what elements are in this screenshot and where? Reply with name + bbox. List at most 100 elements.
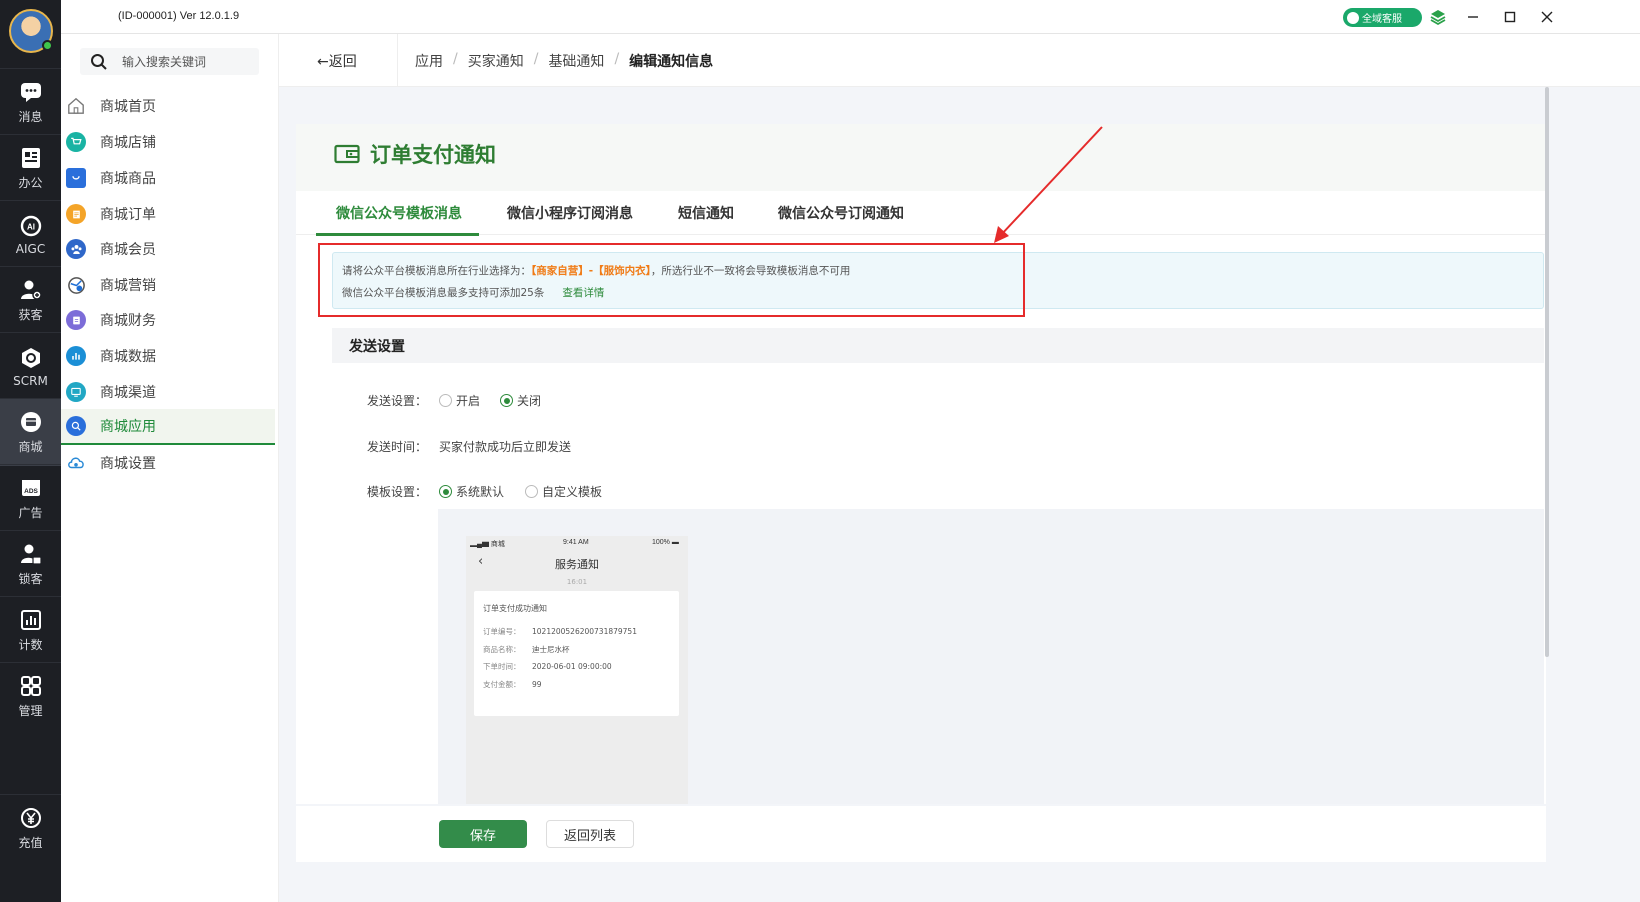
version-label: (ID-000001) Ver 12.0.1.9 xyxy=(118,10,240,22)
message-row: 订单编号： 10212005262007318797​51 xyxy=(483,626,637,637)
phone-preview: ▂▄▆ 商城 9:41 AM 100% ▬ ‹ 服务通知 16:01 订单支付成… xyxy=(466,536,688,804)
tab-sms[interactable]: 短信通知 xyxy=(678,203,734,223)
rail-item-shop[interactable]: 商城 xyxy=(0,398,61,466)
tab-wechat-subscribe[interactable]: 微信公众号订阅通知 xyxy=(778,203,904,223)
sidebar-search[interactable] xyxy=(80,48,259,75)
rail-item-stats[interactable]: 计数 xyxy=(0,596,61,664)
status-battery-text: 100% xyxy=(652,539,670,546)
rail-item-aigc[interactable]: AI AIGC xyxy=(0,200,61,268)
breadcrumb-item[interactable]: 买家通知 xyxy=(468,51,524,71)
breadcrumb: 应用 / 买家通知 / 基础通知 / 编辑通知信息 xyxy=(415,51,713,71)
message-row: 下单时间： 2020-06-01 09:00:00 xyxy=(483,661,612,672)
notification-tabs: 微信公众号模板消息 微信小程序订阅消息 短信通知 微信公众号订阅通知 xyxy=(296,191,1546,236)
sidebar-item-apps[interactable]: 商城应用 xyxy=(61,409,275,445)
sidebar-item-label: 商城应用 xyxy=(100,419,156,435)
back-to-list-button[interactable]: 返回列表 xyxy=(546,820,634,848)
svg-text:ADS: ADS xyxy=(24,488,38,495)
sidebar-item-store[interactable]: 商城店铺 xyxy=(61,124,275,160)
customer-service-button[interactable]: 全域客服 xyxy=(1343,8,1422,27)
vertical-scrollbar[interactable] xyxy=(1545,87,1549,657)
tab-miniprogram-subscribe[interactable]: 微信小程序订阅消息 xyxy=(507,203,633,223)
search-icon xyxy=(91,53,107,70)
back-link[interactable]: ←返回 xyxy=(317,51,357,71)
message-title: 订单支付成功通知 xyxy=(483,604,547,613)
section-title: 发送设置 xyxy=(349,339,405,355)
minimize-icon[interactable] xyxy=(1464,8,1482,26)
sidebar-item-label: 商城店铺 xyxy=(100,135,156,151)
rail-item-manage[interactable]: 管理 xyxy=(0,662,61,730)
message-value: 2020-06-01 09:00:00 xyxy=(532,662,612,671)
status-carrier-text: 商城 xyxy=(490,541,505,548)
message-key: 下单时间： xyxy=(483,662,521,671)
sidebar-item-channel[interactable]: 商城渠道 xyxy=(61,374,275,410)
rail-item-lock[interactable]: 锁客 xyxy=(0,530,61,598)
arrow-left-icon: ← xyxy=(317,54,329,70)
radio-label: 系统默认 xyxy=(456,485,505,499)
message-card: 订单支付成功通知 订单编号： 10212005262007318797​51 商品… xyxy=(474,591,679,716)
sidebar-item-label: 商城首页 xyxy=(100,99,156,115)
grid-icon xyxy=(20,676,41,696)
message-value: 迪士尼水杯 xyxy=(532,645,570,654)
sidebar-item-home[interactable]: 商城首页 xyxy=(61,88,275,124)
send-time-value: 买家付款成功后立即发送 xyxy=(439,440,572,454)
back-label: 返回 xyxy=(328,54,357,70)
radio-template-default[interactable]: 系统默认 xyxy=(439,483,504,500)
page-title: 订单支付通知 xyxy=(334,139,496,169)
search-input[interactable] xyxy=(122,54,242,69)
sidebar-item-data[interactable]: 商城数据 xyxy=(61,338,275,374)
sidebar-item-label: 商城渠道 xyxy=(100,385,156,401)
sidebar-item-finance[interactable]: 商城财务 xyxy=(61,302,275,338)
sidebar-item-members[interactable]: 商城会员 xyxy=(61,231,275,267)
maximize-icon[interactable] xyxy=(1501,8,1519,26)
message-key: 支付金额： xyxy=(483,680,521,689)
bag-icon xyxy=(66,168,86,188)
radio-template-custom[interactable]: 自定义模板 xyxy=(525,483,602,500)
status-carrier: ▂▄▆ 商城 xyxy=(470,541,505,548)
page-title-text: 订单支付通知 xyxy=(370,143,496,167)
divider xyxy=(397,34,398,87)
sidebar-item-label: 商城设置 xyxy=(100,456,156,472)
rail-item-recharge[interactable]: 充值 xyxy=(0,794,61,862)
tab-wechat-template[interactable]: 微信公众号模板消息 xyxy=(336,203,462,223)
app-window: 消息 办公 AI AIGC 获客 SCRM 商城 ADS 广告 锁客 计数 管理… xyxy=(0,0,1640,902)
template-setting-label: 模板设置： xyxy=(367,485,428,499)
message-row: 商品名称： 迪士尼水杯 xyxy=(483,644,570,655)
radio-send-on[interactable]: 开启 xyxy=(439,392,480,409)
marketing-icon xyxy=(66,275,86,295)
radio-circle-checked xyxy=(439,485,452,498)
send-time-label: 发送时间： xyxy=(367,440,428,454)
sidebar-item-goods[interactable]: 商城商品 xyxy=(61,160,275,196)
shop-icon xyxy=(20,412,41,432)
preview-time: 16:01 xyxy=(566,578,588,586)
scrm-icon xyxy=(21,347,40,368)
breadcrumb-item[interactable]: 应用 xyxy=(415,51,443,71)
sidebar-item-orders[interactable]: 商城订单 xyxy=(61,196,275,232)
online-status-dot xyxy=(42,40,53,51)
rail-item-messages[interactable]: 消息 xyxy=(0,68,61,136)
layers-icon[interactable] xyxy=(1429,8,1447,26)
radio-label: 开启 xyxy=(456,394,481,408)
avatar[interactable] xyxy=(9,9,53,53)
rail-label: 管理 xyxy=(18,704,43,718)
customer-service-label: 全域客服 xyxy=(1362,14,1402,25)
rail-item-office[interactable]: 办公 xyxy=(0,134,61,202)
rail-label: AIGC xyxy=(15,241,46,256)
message-key: 商品名称： xyxy=(483,645,521,654)
breadcrumb-separator: / xyxy=(453,51,458,67)
rail-item-acquire[interactable]: 获客 xyxy=(0,266,61,334)
sidebar-item-label: 商城订单 xyxy=(100,207,156,223)
save-button[interactable]: 保存 xyxy=(439,820,527,848)
radio-send-off[interactable]: 关闭 xyxy=(500,392,541,409)
status-time: 9:41 AM xyxy=(563,539,589,546)
rail-item-scrm[interactable]: SCRM xyxy=(0,332,61,400)
sidebar-item-settings[interactable]: 商城设置 xyxy=(61,445,275,481)
sidebar-item-marketing[interactable]: 商城营销 xyxy=(61,267,275,303)
main-rail: 消息 办公 AI AIGC 获客 SCRM 商城 ADS 广告 锁客 计数 管理… xyxy=(0,0,61,902)
radio-circle xyxy=(525,485,538,498)
rail-item-ads[interactable]: ADS 广告 xyxy=(0,464,61,532)
close-icon[interactable] xyxy=(1538,8,1556,26)
breadcrumb-item[interactable]: 基础通知 xyxy=(548,51,604,71)
headset-icon xyxy=(1347,11,1359,24)
send-setting-label: 发送设置： xyxy=(367,394,428,408)
sidebar-item-label: 商城商品 xyxy=(100,171,156,187)
